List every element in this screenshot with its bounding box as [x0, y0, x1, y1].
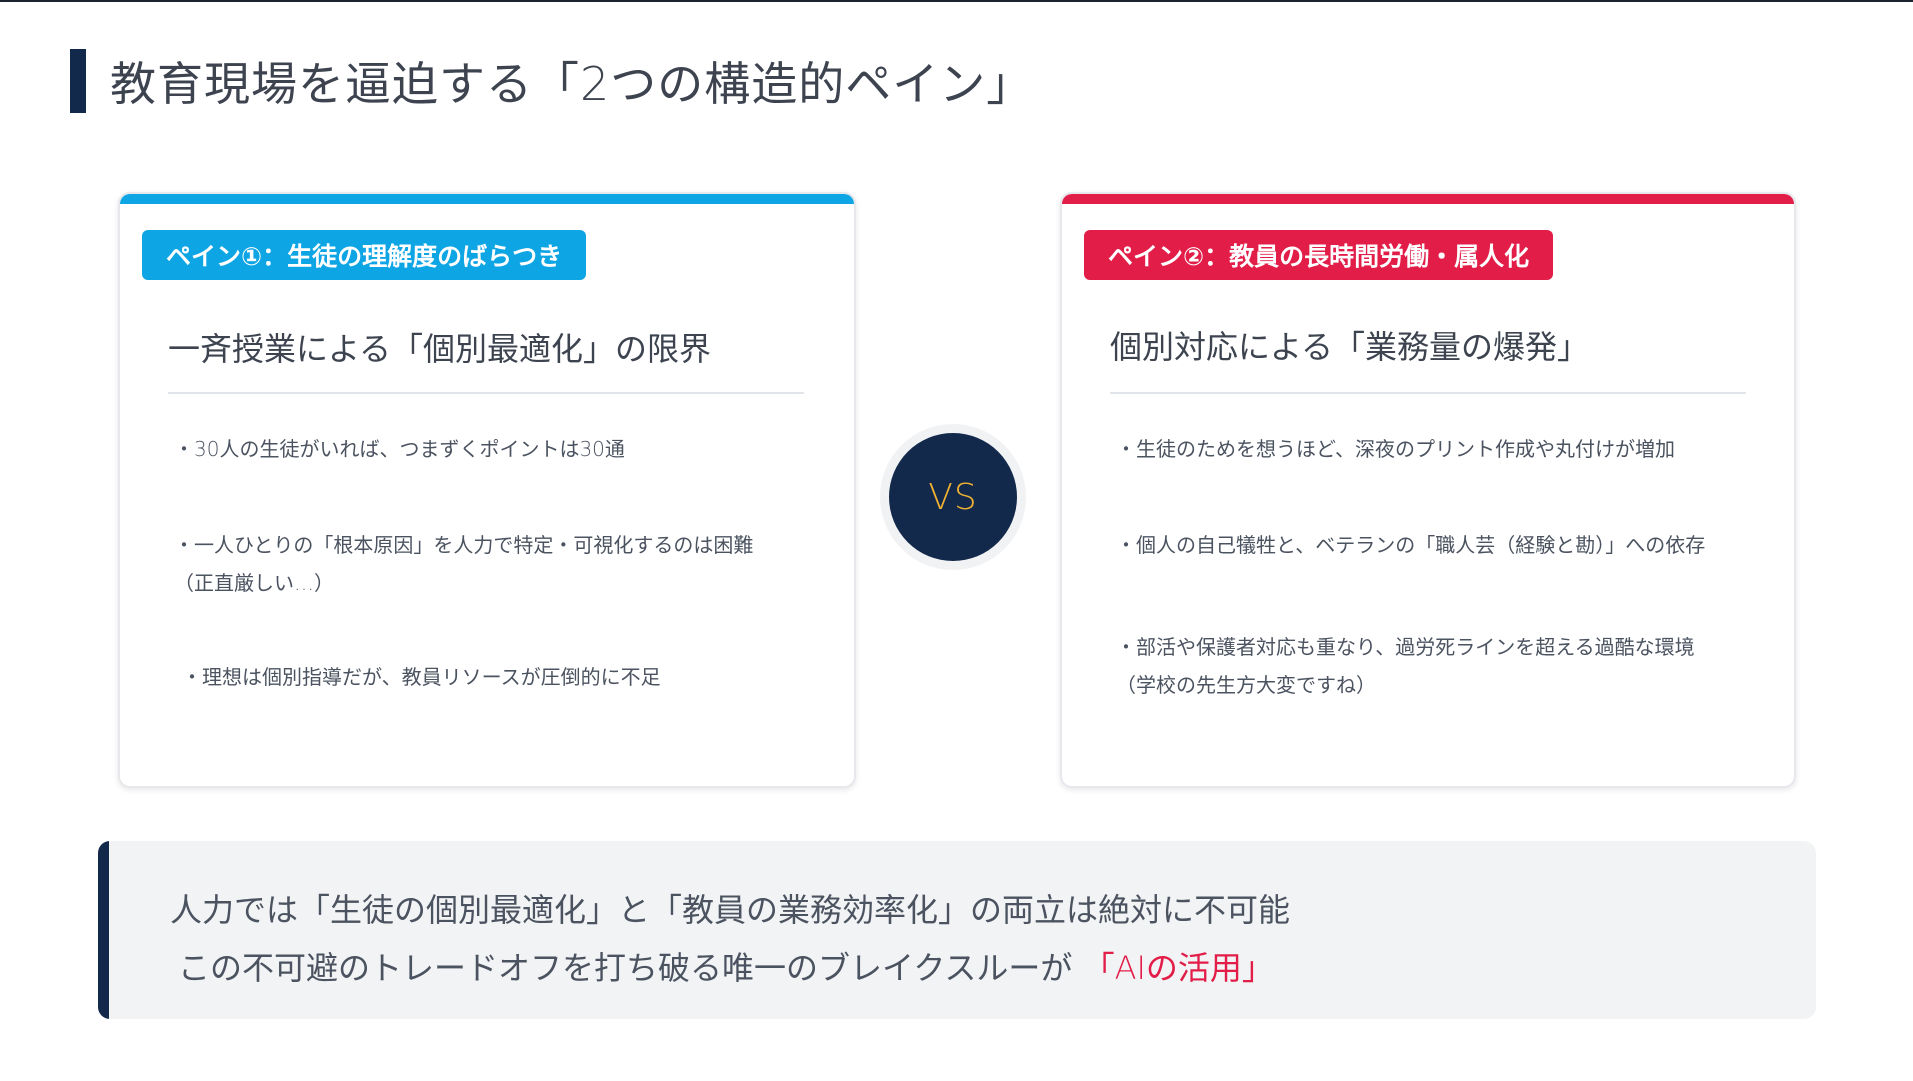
list-item: （正直厳しい…）	[174, 571, 334, 595]
page-title: 教育現場を逼迫する「2つの構造的ペイン」	[110, 57, 1034, 111]
summary-accent-bar	[98, 841, 109, 1019]
summary-box: 人力では「生徒の個別最適化」と「教員の業務効率化」の両立は絶対に不可能 この不可…	[98, 841, 1816, 1019]
pain-card-1: ペイン①：生徒の理解度のばらつき 一斉授業による「個別最適化」の限界 ・30人の…	[118, 192, 856, 788]
list-item: ・生徒のためを想うほど、深夜のプリント作成や丸付けが増加	[1116, 437, 1675, 461]
vs-circle: VS	[889, 433, 1017, 561]
list-item: ・部活や保護者対応も重なり、過労死ラインを超える過酷な環境	[1116, 635, 1695, 659]
top-border-line	[0, 0, 1913, 2]
card-top-accent	[120, 194, 854, 204]
card-heading-1: 一斉授業による「個別最適化」の限界	[168, 330, 712, 368]
card-divider	[1110, 392, 1746, 394]
list-item: （学校の先生方大変ですね）	[1116, 673, 1376, 697]
list-item: ・理想は個別指導だが、教員リソースが圧倒的に不足	[182, 665, 661, 689]
list-item: ・個人の自己犠牲と、ベテランの「職人芸（経験と勘）」への依存	[1116, 533, 1706, 557]
list-item: ・30人の生徒がいれば、つまずくポイントは30通	[174, 437, 625, 461]
summary-line-2-text: この不可避のトレードオフを打ち破る唯一のブレイクスルーが	[178, 949, 1073, 987]
card-top-accent	[1062, 194, 1794, 204]
title-area: 教育現場を逼迫する「2つの構造的ペイン」	[70, 48, 1033, 114]
ai-highlight: 「AIの活用」	[1082, 949, 1274, 987]
title-accent-bar	[70, 49, 86, 113]
pain-card-2: ペイン②：教員の長時間労働・属人化 個別対応による「業務量の爆発」 ・生徒のため…	[1060, 192, 1796, 788]
pain-badge-2: ペイン②：教員の長時間労働・属人化	[1084, 230, 1554, 280]
card-heading-2: 個別対応による「業務量の爆発」	[1110, 328, 1590, 366]
pain-badge-1: ペイン①：生徒の理解度のばらつき	[142, 230, 587, 280]
summary-line-2: この不可避のトレードオフを打ち破る唯一のブレイクスルーが 「AIの活用」	[178, 943, 1274, 989]
summary-line-1: 人力では「生徒の個別最適化」と「教員の業務効率化」の両立は絶対に不可能	[170, 891, 1291, 929]
vs-badge: VS	[880, 424, 1026, 570]
vs-label: VS	[928, 476, 978, 518]
card-divider	[168, 392, 804, 394]
list-item: ・一人ひとりの「根本原因」を人力で特定・可視化するのは困難	[174, 533, 754, 557]
